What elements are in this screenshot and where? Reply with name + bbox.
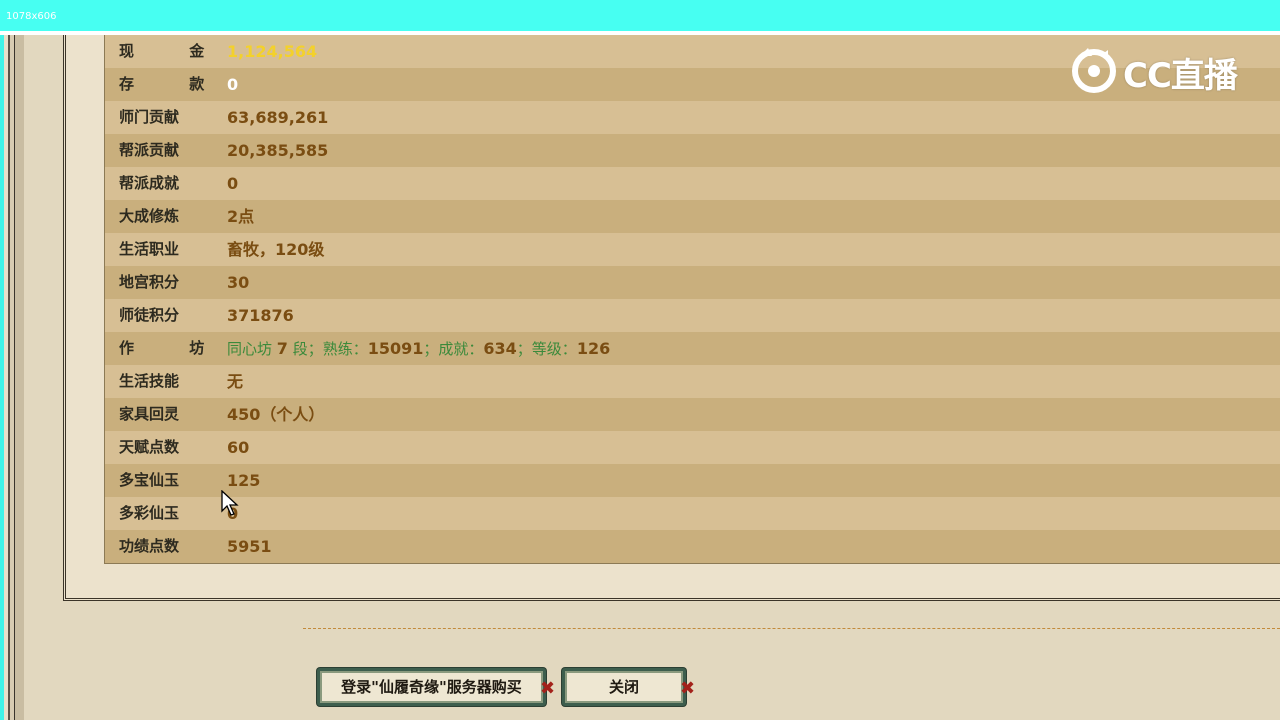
stat-value-part: 634 [483, 339, 517, 358]
stat-value-part: ；成就： [423, 340, 484, 358]
stat-label: 作 坊 [119, 339, 230, 357]
stat-value-part: ；等级： [516, 340, 577, 358]
stat-label: 多宝仙玉 [119, 471, 180, 489]
stat-value: 1,124,564 [227, 42, 318, 61]
separator-line [303, 628, 1280, 629]
stat-row: 生活职业 畜牧，120级 [105, 233, 1280, 266]
cc-live-logo-text: CC直播 [1123, 56, 1238, 96]
stat-row: 大成修炼 2点 [105, 200, 1280, 233]
close-label: 关闭 [608, 678, 639, 696]
stat-row: 功绩点数 5951 [105, 530, 1280, 563]
stat-value-part: 同心坊 [227, 340, 277, 358]
stat-label: 帮派贡献 [119, 141, 180, 159]
stat-value-part: 段；熟练： [287, 340, 368, 358]
stat-row: 多宝仙玉 125 [105, 464, 1280, 497]
stat-value-part: 7 [276, 339, 288, 358]
stat-label: 生活职业 [119, 240, 180, 258]
stat-value: 30 [227, 273, 250, 292]
stat-row: 天赋点数 60 [105, 431, 1280, 464]
buy-on-server-button[interactable]: 登录"仙履奇缘"服务器购买 [317, 668, 546, 706]
stat-label: 现 金 [119, 42, 230, 60]
stat-row: 帮派贡献 20,385,585 [105, 134, 1280, 167]
stat-row: 生活技能 无 [105, 365, 1280, 398]
ribbon-knot-icon: ✖ [540, 678, 556, 699]
window-frame-left [4, 35, 24, 720]
stat-value: 畜牧，120级 [227, 240, 325, 259]
buy-on-server-label: 登录"仙履奇缘"服务器购买 [341, 678, 522, 696]
stat-value: 0 [227, 75, 239, 94]
stat-row: 家具回灵 450（个人） [105, 398, 1280, 431]
stat-row: 帮派成就 0 [105, 167, 1280, 200]
stat-label: 生活技能 [119, 372, 180, 390]
stat-value: 同心坊 7 段；熟练：15091；成就：634；等级：126 [227, 332, 610, 365]
stats-table: 现 金 1,124,564 存 款 0 师门贡献 63,689,261 帮派贡献 20,385… [104, 35, 1280, 564]
stat-value: 20,385,585 [227, 141, 329, 160]
stat-row: 地宫积分 30 [105, 266, 1280, 299]
close-button[interactable]: 关闭 [562, 668, 686, 706]
stat-value-part: 15091 [367, 339, 424, 358]
stat-value: 2点 [227, 207, 255, 226]
stat-label: 地宫积分 [119, 273, 180, 291]
stat-label: 师门贡献 [119, 108, 180, 126]
stat-label: 多彩仙玉 [119, 504, 180, 522]
stat-value-part: 126 [576, 339, 611, 358]
stat-value: 5951 [227, 537, 272, 556]
stat-label: 天赋点数 [119, 438, 180, 456]
stat-row: 多彩仙玉0 [105, 497, 1280, 530]
stat-row: 师徒积分 371876 [105, 299, 1280, 332]
stat-value: 0 [227, 174, 239, 193]
stat-label: 帮派成就 [119, 174, 180, 192]
capture-size-bar: 1078x606 [0, 0, 1280, 31]
stat-label: 大成修炼 [119, 207, 180, 225]
stat-label: 存 款 [119, 75, 230, 93]
stat-row: 作 坊同心坊 7 段；熟练：15091；成就：634；等级：126 [105, 332, 1280, 365]
cc-live-logo-icon [1072, 48, 1116, 93]
stat-label: 师徒积分 [119, 306, 180, 324]
stat-value: 60 [227, 438, 250, 457]
stat-label: 功绩点数 [119, 537, 180, 555]
stat-value: 371876 [227, 306, 294, 325]
capture-size-label: 1078x606 [6, 11, 57, 22]
stat-row: 师门贡献 63,689,261 [105, 101, 1280, 134]
stat-value: 无 [227, 372, 244, 391]
cc-live-logo: CC直播 [1070, 44, 1240, 96]
stat-label: 家具回灵 [119, 405, 180, 423]
ribbon-knot-icon: ✖ [680, 678, 696, 699]
mouse-pointer-icon [221, 490, 239, 516]
stat-value: 450（个人） [227, 405, 325, 424]
stat-value: 63,689,261 [227, 108, 329, 127]
